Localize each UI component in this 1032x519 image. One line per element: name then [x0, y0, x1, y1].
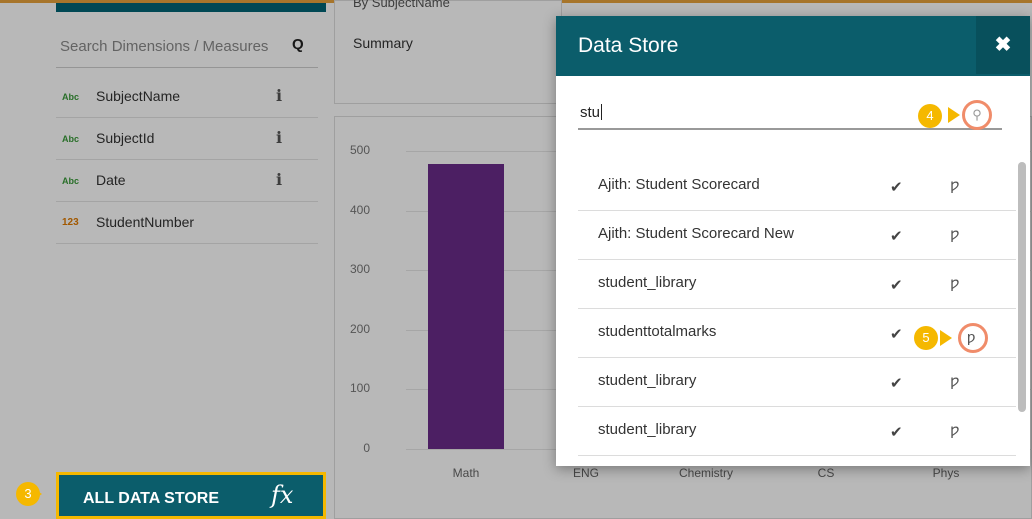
x-tick-label: Phys	[932, 466, 960, 480]
step-5-pointer	[940, 330, 952, 346]
all-data-store-button[interactable]: ALL DATA STORE fx	[56, 472, 326, 519]
info-icon[interactable]: i	[276, 170, 282, 189]
x-tick-label: CS	[817, 466, 835, 480]
bar-math[interactable]	[428, 164, 504, 449]
y-tick-label: 500	[349, 143, 370, 157]
fork-icon[interactable]: ƿ	[950, 421, 960, 439]
summary-card: By SubjectName Summary	[334, 0, 562, 104]
datastore-name: student_library	[598, 421, 697, 438]
datastore-name: studenttotalmarks	[598, 323, 717, 340]
datastore-item[interactable]: Ajith: Student Scorecard ✔ ƿ	[578, 162, 1016, 211]
field-item[interactable]: Abc SubjectName i	[56, 76, 318, 118]
summary-label: Summary	[353, 35, 413, 51]
search-icon[interactable]: ⚲	[962, 100, 992, 130]
check-icon[interactable]: ✔	[890, 423, 903, 441]
x-tick-label: ENG	[572, 466, 599, 480]
datastore-name: Ajith: Student Scorecard	[598, 176, 760, 193]
fork-icon[interactable]: ƿ	[950, 176, 960, 194]
fork-icon[interactable]: ƿ	[950, 372, 960, 390]
step-4-badge: 4	[918, 104, 942, 128]
info-icon[interactable]: i	[276, 86, 282, 105]
field-name: StudentNumber	[96, 214, 195, 230]
text-type-icon: Abc	[62, 92, 80, 102]
y-tick-label: 400	[349, 202, 370, 217]
close-icon[interactable]: ✖	[976, 16, 1030, 74]
step-3-badge: 3	[16, 482, 40, 506]
check-icon[interactable]: ✔	[890, 227, 903, 245]
field-item[interactable]: Abc SubjectId i	[56, 118, 318, 160]
datastore-item[interactable]: student_library ✔ ƿ	[578, 407, 1016, 456]
step-4-pointer	[948, 107, 960, 123]
datastore-name: Ajith: Student Scorecard New	[598, 225, 794, 242]
fork-icon[interactable]: ƿ	[950, 225, 960, 243]
modal-header: Data Store ✖	[556, 16, 1030, 76]
x-tick-label: Chemistry	[678, 466, 733, 480]
field-name: SubjectId	[96, 130, 155, 146]
check-icon[interactable]: ✔	[890, 325, 903, 343]
datastore-name: student_library	[598, 274, 697, 291]
y-tick-label: 300	[349, 262, 370, 277]
fork-icon[interactable]: ƿ	[967, 329, 975, 346]
modal-title: Data Store	[578, 34, 679, 57]
field-name: SubjectName	[96, 88, 181, 104]
text-cursor	[601, 104, 603, 120]
field-name: Date	[96, 172, 126, 188]
number-type-icon: 123	[62, 217, 79, 228]
y-tick-label: 0	[363, 441, 370, 455]
summary-group-text: By SubjectName	[353, 0, 450, 10]
step-5-badge: 5	[914, 326, 938, 350]
data-store-modal: Data Store ✖ stu ⚲ 4 Ajith: Student Scor…	[556, 16, 1030, 466]
formula-icon[interactable]: fx	[271, 481, 293, 509]
all-data-store-label: ALL DATA STORE	[83, 490, 219, 507]
datastore-item[interactable]: Ajith: Student Scorecard New ✔ ƿ	[578, 211, 1016, 260]
check-icon[interactable]: ✔	[890, 374, 903, 392]
y-tick-label: 100	[349, 381, 370, 396]
scrollbar[interactable]	[1018, 162, 1026, 412]
field-item[interactable]: Abc Date i	[56, 160, 318, 202]
x-tick-label: Math	[452, 466, 480, 480]
field-item[interactable]: 123 StudentNumber	[56, 202, 318, 244]
fork-icon[interactable]: ƿ	[950, 274, 960, 292]
info-icon[interactable]: i	[276, 128, 282, 147]
text-type-icon: Abc	[62, 176, 80, 186]
datastore-item[interactable]: student_library ✔ ƿ	[578, 260, 1016, 309]
fork-button-highlighted[interactable]: ƿ	[958, 323, 988, 353]
text-type-icon: Abc	[62, 134, 80, 144]
search-value: stu	[580, 104, 601, 121]
datastore-item[interactable]: student_library ✔ ƿ	[578, 358, 1016, 407]
check-icon[interactable]: ✔	[890, 276, 903, 294]
check-icon[interactable]: ✔	[890, 178, 903, 196]
y-tick-label: 200	[349, 321, 370, 336]
search-icon[interactable]: Q	[292, 36, 304, 53]
datastore-name: student_library	[598, 372, 697, 389]
dimension-search-input[interactable]: Search Dimensions / Measures	[60, 38, 268, 55]
